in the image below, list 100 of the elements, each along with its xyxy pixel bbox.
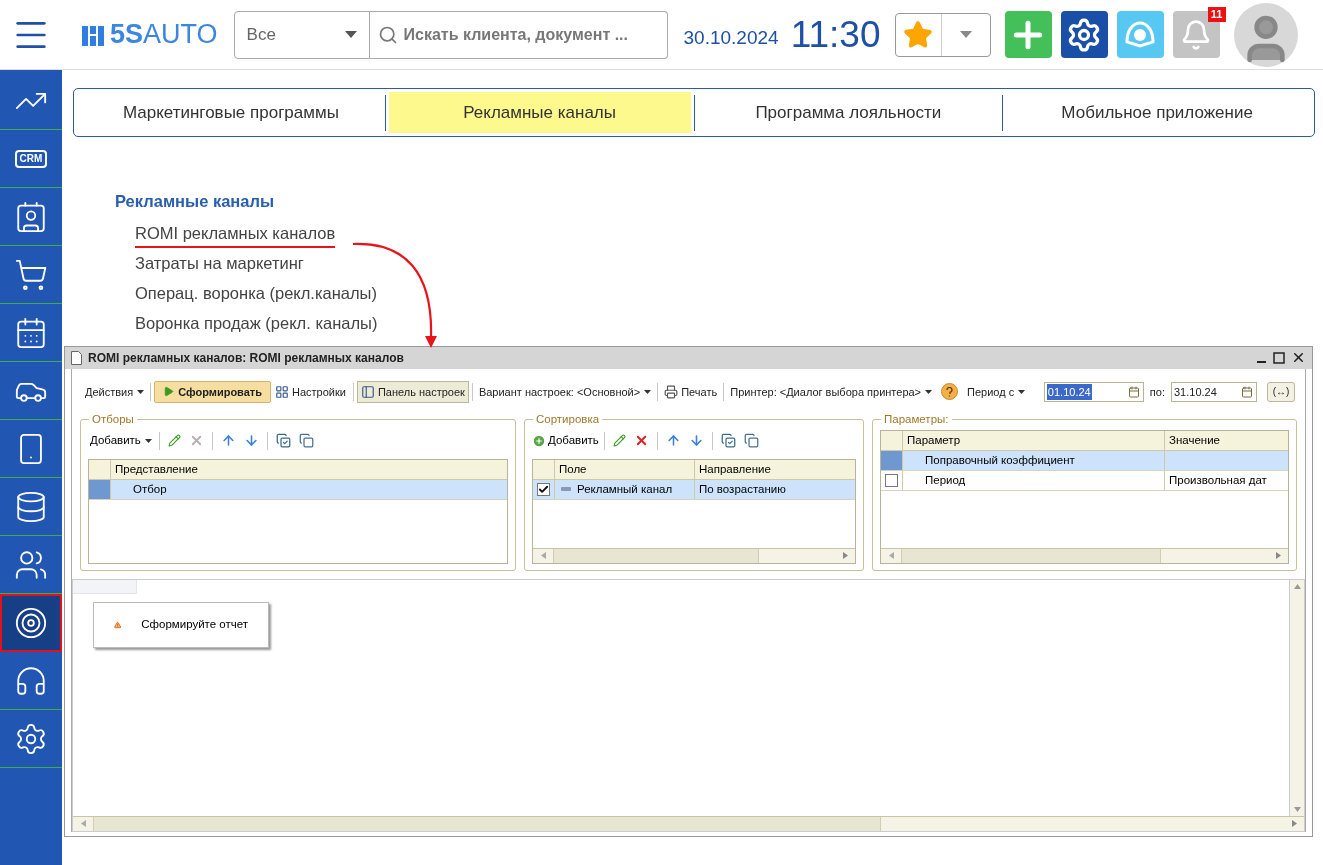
column-header[interactable]: Параметр [903,430,1165,450]
help-button[interactable] [941,383,959,401]
scroll-right-icon[interactable] [1291,820,1297,828]
report-link[interactable]: Затраты на маркетинг [135,251,304,279]
logo-icon [82,23,104,46]
add-button[interactable]: Добавить [532,432,599,450]
menu-button[interactable]: Период с [964,383,1029,400]
add-button[interactable]: Добавить [88,432,154,450]
period-to-label: по: [1149,384,1165,400]
sidebar-icon [14,257,48,292]
question-icon [946,386,954,397]
settings-panel-button[interactable]: Панель настроек [356,380,469,403]
tab[interactable]: Программа лояльности [697,92,1000,133]
row-checkbox[interactable] [885,473,898,487]
tab[interactable]: Мобильное приложение [1006,92,1308,133]
caret-icon [644,389,652,394]
window-title: ROMI рекламных каналов: ROMI рекламных каналов [88,349,404,367]
time: 11:30 [790,16,881,53]
uncheck-all-icon[interactable] [743,433,759,449]
caret-icon [144,438,152,443]
horizontal-scrollbar[interactable] [73,815,1304,831]
gear-icon [1066,16,1102,53]
table-row[interactable]: Отбор [89,479,507,500]
sidebar-icon [14,199,48,234]
scroll-right-icon[interactable] [842,552,848,560]
search-field[interactable]: Искать клиента, документ ... [369,10,668,59]
column-header[interactable]: Значение [1165,430,1288,450]
column-header[interactable]: Направление [695,459,855,479]
move-up-icon[interactable] [220,433,236,449]
dash-icon [561,487,571,492]
scroll-down-icon[interactable] [1293,806,1301,812]
report-corner-cell [73,579,137,594]
table-cell-text: Период [925,472,966,488]
group-title: Отборы [89,411,137,426]
grid-icon [275,384,289,399]
sidebar-item[interactable]: CRM [0,130,62,188]
search-scope-select[interactable]: Все [233,10,370,59]
settings-button[interactable] [1060,11,1108,58]
calendar-icon[interactable] [1127,385,1140,398]
crm-icon: CRM [14,149,48,168]
calendar-icon[interactable] [1241,385,1253,398]
print-button[interactable]: Печать [661,383,721,400]
bell-icon [1180,18,1212,51]
scroll-up-icon[interactable] [1293,583,1301,589]
table-row[interactable]: Период Произвольная дат [881,470,1288,491]
horizontal-scrollbar[interactable] [881,547,1288,563]
move-up-icon[interactable] [665,433,681,449]
row-checkbox[interactable] [537,482,550,496]
printer-icon [664,384,679,399]
report-link[interactable]: Операц. воронка (рекл.каналы) [135,281,377,309]
plus-icon [532,433,546,448]
period-from-value: 01.10.24 [1046,383,1092,400]
date: 30.10.2024 [683,26,779,51]
menu-button[interactable]: Действия [82,383,148,400]
sidebar-icon [14,721,48,756]
table-cell-text: Произвольная дат [1169,472,1267,488]
menu-button[interactable]: Вариант настроек: <Основной> [475,383,655,400]
table-cell-text: Поправочный коэффициент [925,452,1075,468]
report-link[interactable]: ROMI рекламных каналов [135,221,336,249]
play-icon [163,386,175,398]
search-icon [377,24,398,45]
scroll-right-icon[interactable] [1275,552,1281,560]
generate-button[interactable]: Сформировать [154,380,271,403]
menu-button[interactable]: Принтер: <Диалог выбора принтера> [727,383,936,400]
move-down-icon[interactable] [688,433,704,449]
tab[interactable]: Рекламные каналы [388,92,691,133]
add-button[interactable] [1004,11,1052,58]
horizontal-scrollbar[interactable] [533,547,855,563]
check-all-icon[interactable] [275,433,291,449]
caret-icon [959,31,972,38]
logo: 5SAUTO [110,21,218,48]
caret-icon [1018,389,1026,394]
period-from-field[interactable]: 01.10.24 [1043,381,1144,402]
tab[interactable]: Маркетинговые программы [80,92,382,133]
report-link[interactable]: Воронка продаж (рекл. каналы) [135,311,378,339]
table-row[interactable]: Поправочный коэффициент [881,450,1288,471]
document-icon [71,350,82,365]
period-button[interactable]: (↔) [1267,381,1295,402]
message-text: Сформируйте отчет [141,617,248,633]
uncheck-all-icon[interactable] [298,433,314,449]
move-down-icon[interactable] [243,433,259,449]
vertical-scrollbar[interactable] [1289,579,1304,816]
check-icon [538,483,549,495]
check-all-icon[interactable] [720,433,736,449]
column-header[interactable]: Поле [555,459,695,479]
period-to-field[interactable]: 31.10.24 [1171,381,1257,402]
search-input[interactable]: Искать клиента, документ ... [403,22,659,47]
edit-icon[interactable] [612,434,626,448]
edit-icon[interactable] [167,434,181,448]
sidebar-item[interactable] [0,594,62,652]
caret-icon [344,31,357,38]
table-cell-text: Отбор [133,481,167,497]
table-row[interactable]: Рекламный канал По возрастанию [533,479,855,500]
panel-icon [360,384,375,399]
table-cell-text: По возрастанию [699,481,786,497]
caret-icon [137,389,145,394]
notifications-button[interactable] [1172,11,1220,58]
maximize-icon[interactable] [1273,351,1285,364]
section-heading: Рекламные каналы [115,191,275,212]
settings-button[interactable]: Настройки [271,380,350,403]
